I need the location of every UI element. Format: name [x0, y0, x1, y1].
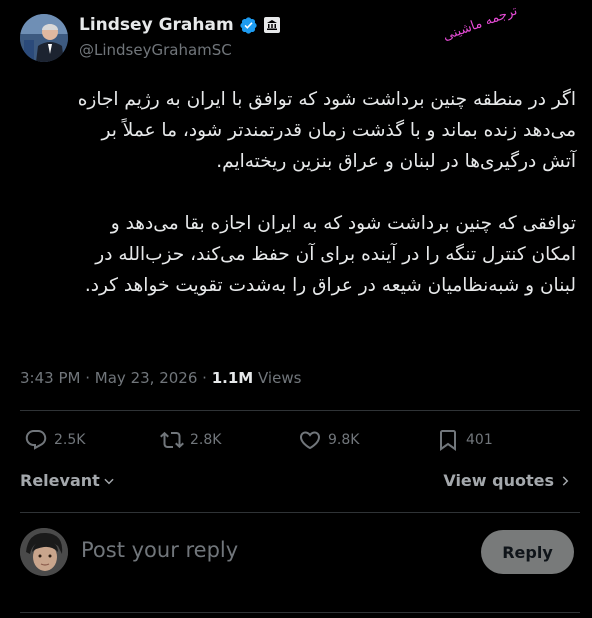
repost-count: 2.8K — [190, 432, 222, 448]
heart-icon — [299, 431, 321, 450]
author-photo-icon — [20, 14, 68, 62]
bookmark-count: 401 — [466, 432, 493, 448]
sort-dropdown[interactable]: Relevant — [20, 471, 116, 490]
tweet-line: می‌دهد زنده بماند و با گذشت زمان قدرتمند… — [101, 120, 576, 141]
tweet-date[interactable]: May 23, 2026 — [95, 369, 198, 387]
reply-input[interactable]: Post your reply — [81, 538, 238, 562]
tweet-line: اگر در منطقه چنین برداشت شود که توافق با… — [77, 89, 576, 110]
tweet-text: اگر در منطقه چنین برداشت شود که توافق با… — [16, 84, 576, 301]
view-quotes-label: View quotes — [443, 471, 554, 490]
meta-separator: · — [202, 369, 207, 387]
tweet-time[interactable]: 3:43 PM — [20, 369, 80, 387]
bookmark-action[interactable]: 401 — [436, 428, 493, 452]
like-action[interactable]: 9.8K — [298, 428, 359, 452]
reply-composer: Post your reply Reply — [20, 528, 574, 576]
action-bar: 2.5K 2.8K 9.8K 401 — [0, 428, 592, 454]
author-handle[interactable]: @LindseyGrahamSC — [79, 41, 232, 59]
divider — [20, 612, 580, 613]
divider — [20, 410, 580, 411]
repost-action[interactable]: 2.8K — [160, 428, 221, 452]
tweet-line: امکان کنترل تنگه را در آینده برای آن حفظ… — [95, 244, 576, 265]
reply-button[interactable]: Reply — [481, 530, 574, 574]
like-count: 9.8K — [328, 432, 360, 448]
chevron-down-icon — [104, 478, 114, 484]
tweet-line: لبنان و شبه‌نظامیان شیعه در عراق را به‌ش… — [84, 275, 576, 296]
view-quotes-link[interactable]: View quotes — [443, 471, 572, 490]
sort-label: Relevant — [20, 471, 100, 490]
bookmark-icon — [440, 430, 456, 451]
repost-icon — [160, 431, 184, 449]
divider — [20, 512, 580, 513]
author-name-row: Lindsey Graham — [79, 15, 280, 35]
tweet-line: آتش درگیری‌ها در لبنان و عراق بنزین ریخت… — [216, 151, 576, 172]
government-building-icon — [263, 17, 280, 33]
replies-sort-row: Relevant View quotes — [20, 471, 572, 493]
views-count: 1.1M — [211, 369, 254, 387]
reply-count: 2.5K — [54, 432, 86, 448]
user-photo-icon — [20, 528, 68, 576]
chevron-right-icon — [562, 475, 569, 486]
verified-badge-icon[interactable] — [239, 16, 258, 35]
reply-action[interactable]: 2.5K — [24, 428, 85, 452]
tweet-line: توافقی که چنین برداشت شود که به ایران اج… — [110, 213, 576, 234]
tweet-meta: 3:43 PM · May 23, 2026 · 1.1M Views — [20, 369, 301, 387]
user-avatar[interactable] — [20, 528, 68, 576]
views-label: Views — [258, 369, 302, 387]
author-avatar[interactable] — [20, 14, 68, 62]
reply-icon — [25, 430, 47, 450]
author-name[interactable]: Lindsey Graham — [79, 15, 234, 35]
meta-separator: · — [85, 369, 91, 387]
